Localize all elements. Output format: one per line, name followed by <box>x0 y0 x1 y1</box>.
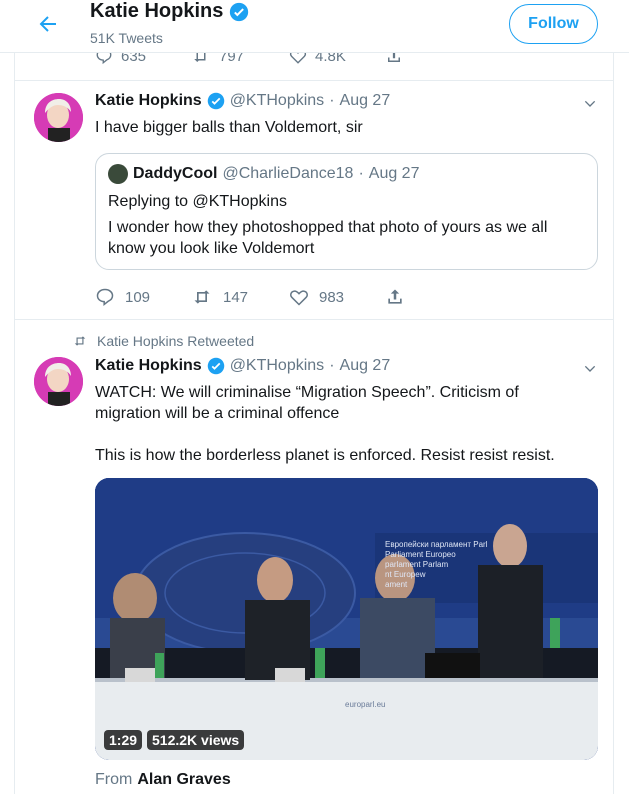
quote-header: DaddyCool @CharlieDance18 · Aug 27 <box>108 164 419 184</box>
quote-date: Aug 27 <box>368 165 420 182</box>
tweet1-actions: 109 147 983 <box>95 287 405 307</box>
avatar[interactable] <box>34 357 83 406</box>
tweet2-text-line1: WATCH: We will criminalise “Migration Sp… <box>95 384 519 422</box>
quote-replying-to: Replying to @KTHopkins <box>108 193 287 210</box>
separator-dot: · <box>358 165 364 182</box>
quote-text: I wonder how they photoshopped that phot… <box>108 219 548 257</box>
tweet2-date[interactable]: Aug 27 <box>340 357 391 375</box>
tweet2-header: Katie Hopkins @KTHopkins · Aug 27 <box>95 357 390 375</box>
heart-icon <box>290 290 308 306</box>
like-count: 983 <box>319 288 345 306</box>
quote-handle: @CharlieDance18 <box>222 165 354 182</box>
video-thumbnail <box>95 478 598 760</box>
tweet1-date[interactable]: Aug 27 <box>340 92 391 110</box>
divider <box>14 80 614 81</box>
tweet1-text: I have bigger balls than Voldemort, sir <box>95 119 363 136</box>
verified-icon <box>207 92 224 110</box>
video-banner-text: Европейски парламент Parl Parliament Eur… <box>385 540 488 589</box>
share-icon <box>388 289 402 304</box>
reply-count: 109 <box>125 288 151 306</box>
tweet2-name[interactable]: Katie Hopkins <box>95 357 202 375</box>
video-player[interactable]: Европейски парламент Parl Parliament Eur… <box>95 478 598 760</box>
share-button[interactable] <box>385 287 405 307</box>
quoted-tweet[interactable]: DaddyCool @CharlieDance18 · Aug 27 Reply… <box>95 153 598 270</box>
divider <box>14 319 614 320</box>
video-source: From Alan Graves <box>95 771 231 789</box>
retweet-icon <box>194 290 210 304</box>
separator-dot: · <box>329 92 335 109</box>
from-name[interactable]: Alan Graves <box>137 771 230 789</box>
verified-icon <box>230 2 249 21</box>
reply-button[interactable]: 109 <box>95 287 191 307</box>
retweet-count: 147 <box>223 288 249 306</box>
from-label: From <box>95 771 133 788</box>
header-name: Katie Hopkins <box>90 0 224 22</box>
retweet-button[interactable]: 147 <box>191 287 289 307</box>
header-name-row: Katie Hopkins <box>90 0 249 23</box>
avatar-portrait-icon <box>34 357 83 406</box>
back-arrow-icon[interactable] <box>36 12 60 36</box>
follow-button[interactable]: Follow <box>509 4 598 44</box>
verified-icon <box>207 357 224 375</box>
tweets-count: 51K Tweets <box>90 30 163 46</box>
like-button[interactable]: 983 <box>289 287 385 307</box>
avatar[interactable] <box>34 93 83 142</box>
video-watermark: europarl.eu <box>345 700 386 709</box>
video-duration: 1:29 <box>104 730 143 750</box>
separator-dot: · <box>329 357 335 374</box>
quote-name: DaddyCool <box>133 165 218 182</box>
profile-header: Katie Hopkins 51K Tweets Follow <box>0 0 629 53</box>
tweet1-header: Katie Hopkins @KTHopkins · Aug 27 <box>95 92 390 110</box>
chevron-down-icon[interactable] <box>582 96 598 112</box>
retweeted-by-row: Katie Hopkins Retweeted <box>72 333 254 349</box>
video-views: 512.2K views <box>147 730 245 750</box>
retweeted-by-label[interactable]: Katie Hopkins Retweeted <box>97 333 254 349</box>
chevron-down-icon[interactable] <box>582 361 598 377</box>
tweet2-text-line2: This is how the borderless planet is enf… <box>95 447 555 464</box>
quote-avatar <box>108 164 128 184</box>
reply-icon <box>96 288 114 307</box>
tweet1-handle[interactable]: @KTHopkins <box>230 92 325 110</box>
tweet2-handle[interactable]: @KTHopkins <box>230 357 325 375</box>
retweet-icon <box>74 336 86 346</box>
tweet1-name[interactable]: Katie Hopkins <box>95 92 202 110</box>
avatar-portrait-icon <box>34 93 83 142</box>
